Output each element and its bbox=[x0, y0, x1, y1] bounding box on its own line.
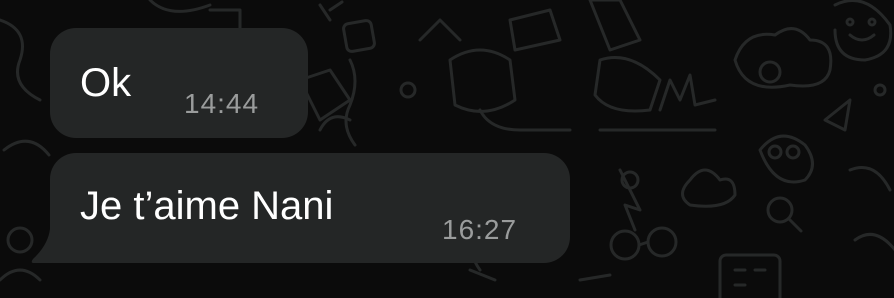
message-bubble[interactable]: Je t’aime Nani 16:27 bbox=[50, 153, 570, 263]
message-text: Ok bbox=[80, 61, 132, 105]
message-bubble[interactable]: Ok 14:44 bbox=[50, 28, 308, 138]
message-timestamp: 16:27 bbox=[442, 214, 518, 245]
chat-view[interactable]: Ok 14:44 Je t’aime Nani 16:27 bbox=[0, 0, 894, 298]
message-timestamp: 14:44 bbox=[184, 88, 260, 119]
message-text: Je t’aime Nani bbox=[80, 184, 334, 228]
